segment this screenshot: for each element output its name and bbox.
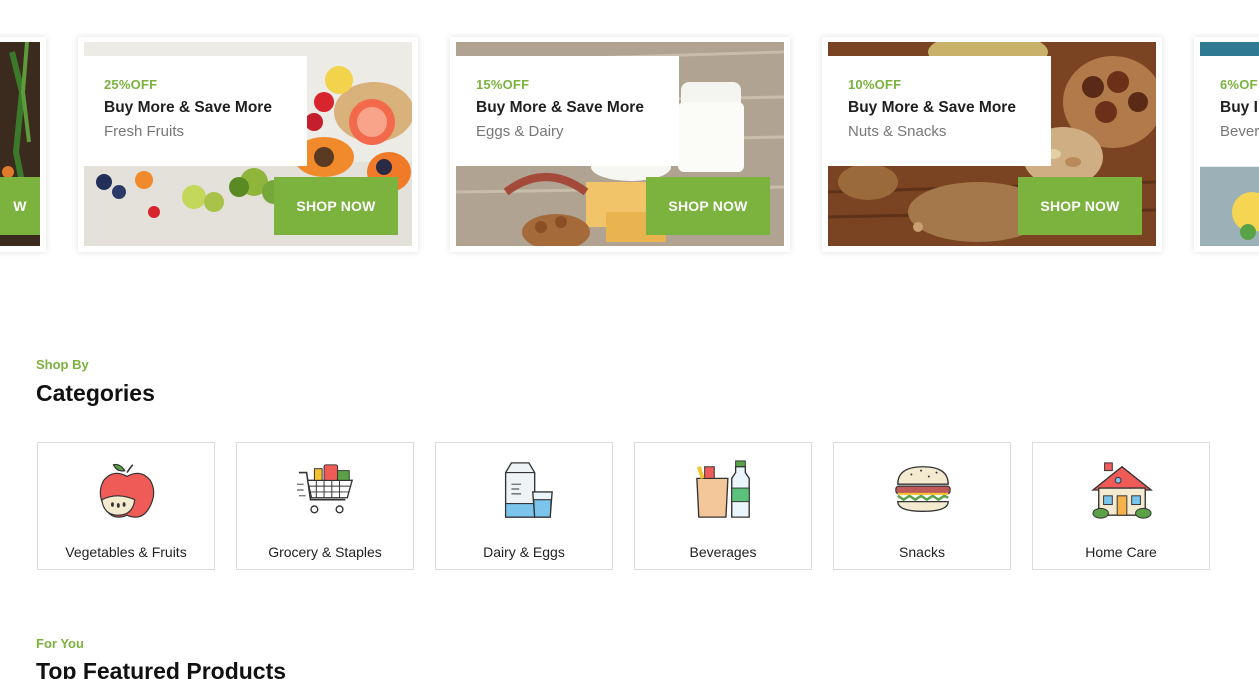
promo-card-beverages[interactable]: 6%OF Buy I Bever — [1194, 37, 1259, 252]
apple-icon — [96, 459, 158, 521]
category-snacks[interactable]: Snacks — [833, 442, 1011, 570]
beverage-bottle-icon — [693, 459, 755, 521]
promo-card-vegetables[interactable]: W — [0, 37, 46, 252]
promo-title: Buy I — [1220, 99, 1258, 116]
featured-kicker: For You — [36, 636, 84, 651]
promo-card-fresh-fruits[interactable]: 25%OFF Buy More & Save More Fresh Fruits… — [78, 37, 418, 252]
category-label: Home Care — [1085, 544, 1157, 560]
category-label: Grocery & Staples — [268, 544, 382, 560]
promo-category: Fresh Fruits — [104, 123, 185, 140]
shop-now-button[interactable]: W — [0, 177, 40, 235]
categories-kicker: Shop By — [36, 357, 89, 372]
category-label: Dairy & Eggs — [483, 544, 565, 560]
house-icon — [1091, 459, 1153, 521]
categories-title: Categories — [36, 380, 155, 406]
category-label: Beverages — [689, 544, 757, 560]
promo-info-box: 15%OFF Buy More & Save More Eggs & Dairy — [450, 56, 679, 166]
promo-info-box: 25%OFF Buy More & Save More Fresh Fruits — [78, 56, 307, 166]
promo-discount: 6%OF — [1220, 77, 1258, 92]
category-dairy-eggs[interactable]: Dairy & Eggs — [435, 442, 613, 570]
promo-discount: 15%OFF — [476, 77, 530, 92]
promo-info-box: 6%OF Buy I Bever — [1194, 56, 1259, 166]
promo-category: Bever — [1220, 123, 1259, 140]
promo-title: Buy More & Save More — [104, 99, 272, 116]
category-beverages[interactable]: Beverages — [634, 442, 812, 570]
shopping-cart-icon — [295, 459, 357, 521]
promo-category: Eggs & Dairy — [476, 123, 564, 140]
shop-now-button[interactable]: SHOP NOW — [646, 177, 770, 235]
category-grocery-staples[interactable]: Grocery & Staples — [236, 442, 414, 570]
burger-icon — [892, 459, 954, 521]
shop-now-button[interactable]: SHOP NOW — [274, 177, 398, 235]
promo-title: Buy More & Save More — [476, 99, 644, 116]
milk-carton-icon — [494, 459, 556, 521]
promo-discount: 10%OFF — [848, 77, 902, 92]
featured-title: Top Featured Products — [36, 658, 287, 679]
promo-category: Nuts & Snacks — [848, 123, 947, 140]
category-label: Vegetables & Fruits — [65, 544, 187, 560]
promo-carousel[interactable]: W 25%OFF Buy More & Save More Fresh Frui… — [0, 0, 1259, 270]
category-vegetables-fruits[interactable]: Vegetables & Fruits — [37, 442, 215, 570]
promo-card-nuts-snacks[interactable]: 10%OFF Buy More & Save More Nuts & Snack… — [822, 37, 1162, 252]
promo-info-box: 10%OFF Buy More & Save More Nuts & Snack… — [822, 56, 1051, 166]
category-home-care[interactable]: Home Care — [1032, 442, 1210, 570]
shop-now-button[interactable]: SHOP NOW — [1018, 177, 1142, 235]
category-label: Snacks — [899, 544, 945, 560]
promo-card-eggs-dairy[interactable]: 15%OFF Buy More & Save More Eggs & Dairy… — [450, 37, 790, 252]
promo-discount: 25%OFF — [104, 77, 158, 92]
promo-title: Buy More & Save More — [848, 99, 1016, 116]
